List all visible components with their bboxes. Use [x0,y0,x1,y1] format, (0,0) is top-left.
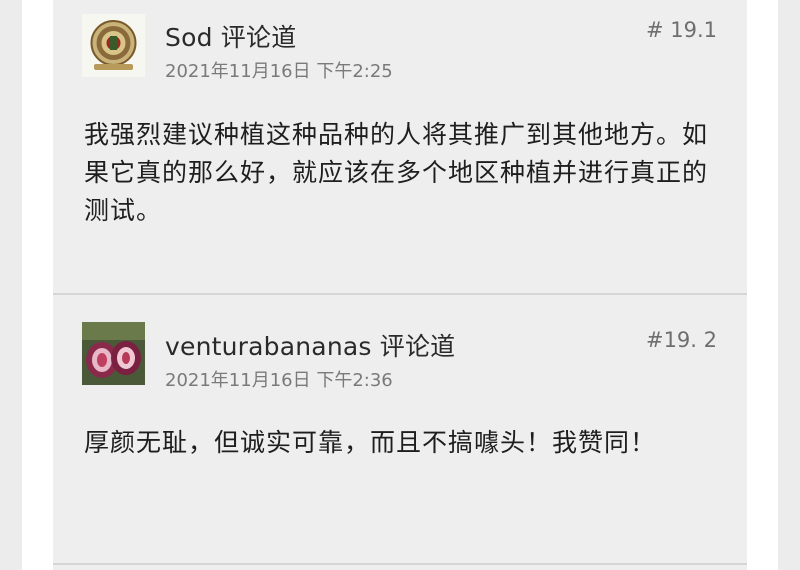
comment-number[interactable]: #19. 2 [646,328,717,352]
comment-timestamp: 2021年11月16日 下午2:25 [165,61,393,82]
author-line: venturabananas 评论道 [165,327,455,363]
fig-fruit-photo-icon[interactable] [82,322,145,385]
comment-item: Sod 评论道 2021年11月16日 下午2:25 # 19.1 我强烈建议种… [53,0,747,294]
comment-thread: Sod 评论道 2021年11月16日 下午2:25 # 19.1 我强烈建议种… [53,0,747,570]
divider [53,563,747,565]
comment-timestamp: 2021年11月16日 下午2:36 [165,370,393,391]
avatar-image [82,322,145,385]
comment-body: 我强烈建议种植这种品种的人将其推广到其他地方。如果它真的那么好，就应该在多个地区… [84,120,709,225]
emblem-seal-icon[interactable] [82,14,145,77]
comment-action-label: 评论道 [220,23,297,52]
comment-number[interactable]: # 19.1 [646,18,717,42]
author-line: Sod 评论道 [165,18,296,54]
comment-item: venturabananas 评论道 2021年11月16日 下午2:36 #1… [53,295,747,565]
comment-action-label: 评论道 [379,332,456,361]
author-name[interactable]: venturabananas [165,332,372,361]
avatar-image [82,14,145,77]
page: Sod 评论道 2021年11月16日 下午2:25 # 19.1 我强烈建议种… [0,0,800,570]
comment-body: 厚颜无耻，但诚实可靠，而且不搞噱头！我赞同！ [84,428,657,457]
author-name[interactable]: Sod [165,23,213,52]
